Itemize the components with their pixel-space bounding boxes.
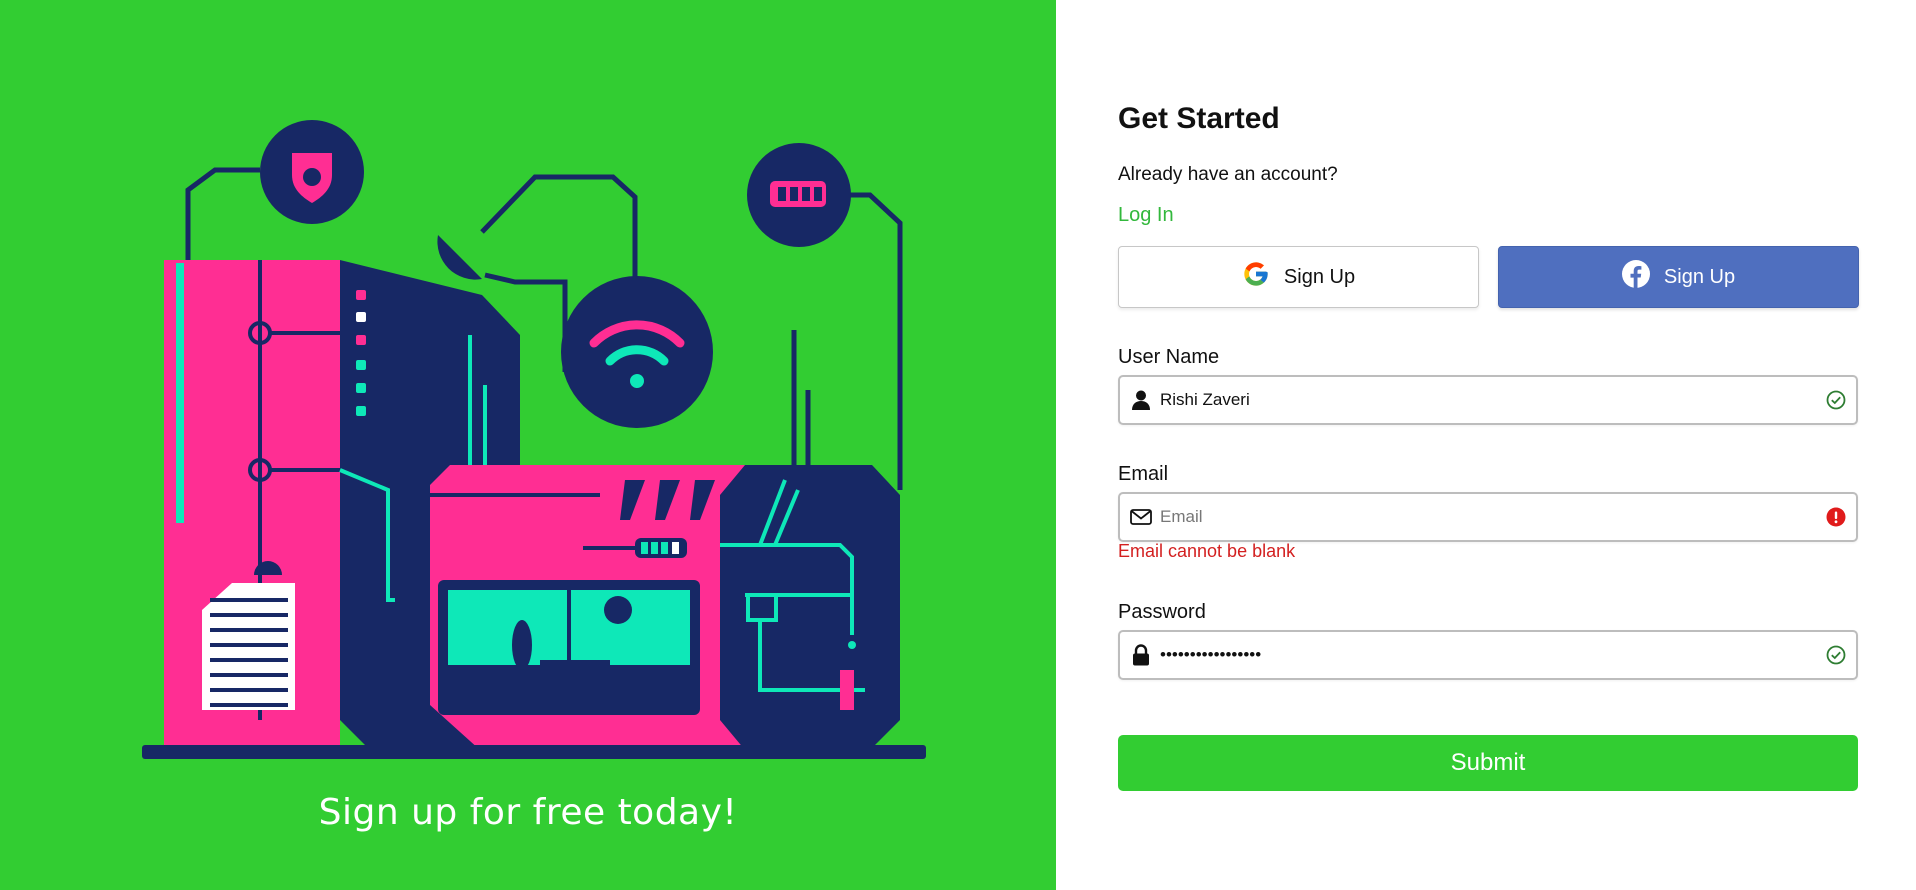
signup-tagline: Sign up for free today! xyxy=(318,792,738,833)
login-link[interactable]: Log In xyxy=(1118,204,1174,227)
facebook-signup-button[interactable]: Sign Up xyxy=(1498,246,1859,308)
page-title: Get Started xyxy=(1118,102,1280,135)
submit-button[interactable]: Submit xyxy=(1118,735,1858,791)
lock-icon xyxy=(1130,644,1152,666)
email-label: Email xyxy=(1118,463,1169,485)
check-circle-icon xyxy=(1826,645,1846,665)
error-icon xyxy=(1826,507,1846,527)
google-icon xyxy=(1242,260,1270,294)
password-input[interactable] xyxy=(1160,645,1826,665)
left-illustration-panel: Sign up for free today! xyxy=(0,0,1056,890)
server-illustration xyxy=(142,120,926,759)
user-icon xyxy=(1130,389,1152,411)
google-signup-label: Sign Up xyxy=(1283,265,1356,288)
username-label: User Name xyxy=(1118,346,1220,368)
email-error-message: Email cannot be blank xyxy=(1118,541,1296,561)
email-field xyxy=(1118,492,1858,542)
email-input[interactable] xyxy=(1160,507,1826,527)
username-field xyxy=(1118,375,1858,425)
envelope-icon xyxy=(1130,506,1152,528)
password-field xyxy=(1118,630,1858,680)
facebook-icon xyxy=(1621,260,1650,294)
facebook-signup-label: Sign Up xyxy=(1663,265,1736,288)
google-signup-button[interactable]: Sign Up xyxy=(1118,246,1479,308)
username-input[interactable] xyxy=(1160,390,1826,410)
signup-form: Get Started Already have an account? Log… xyxy=(1118,0,1859,890)
check-circle-icon xyxy=(1826,390,1846,410)
account-prompt: Already have an account? xyxy=(1118,164,1338,185)
password-label: Password xyxy=(1118,601,1206,623)
